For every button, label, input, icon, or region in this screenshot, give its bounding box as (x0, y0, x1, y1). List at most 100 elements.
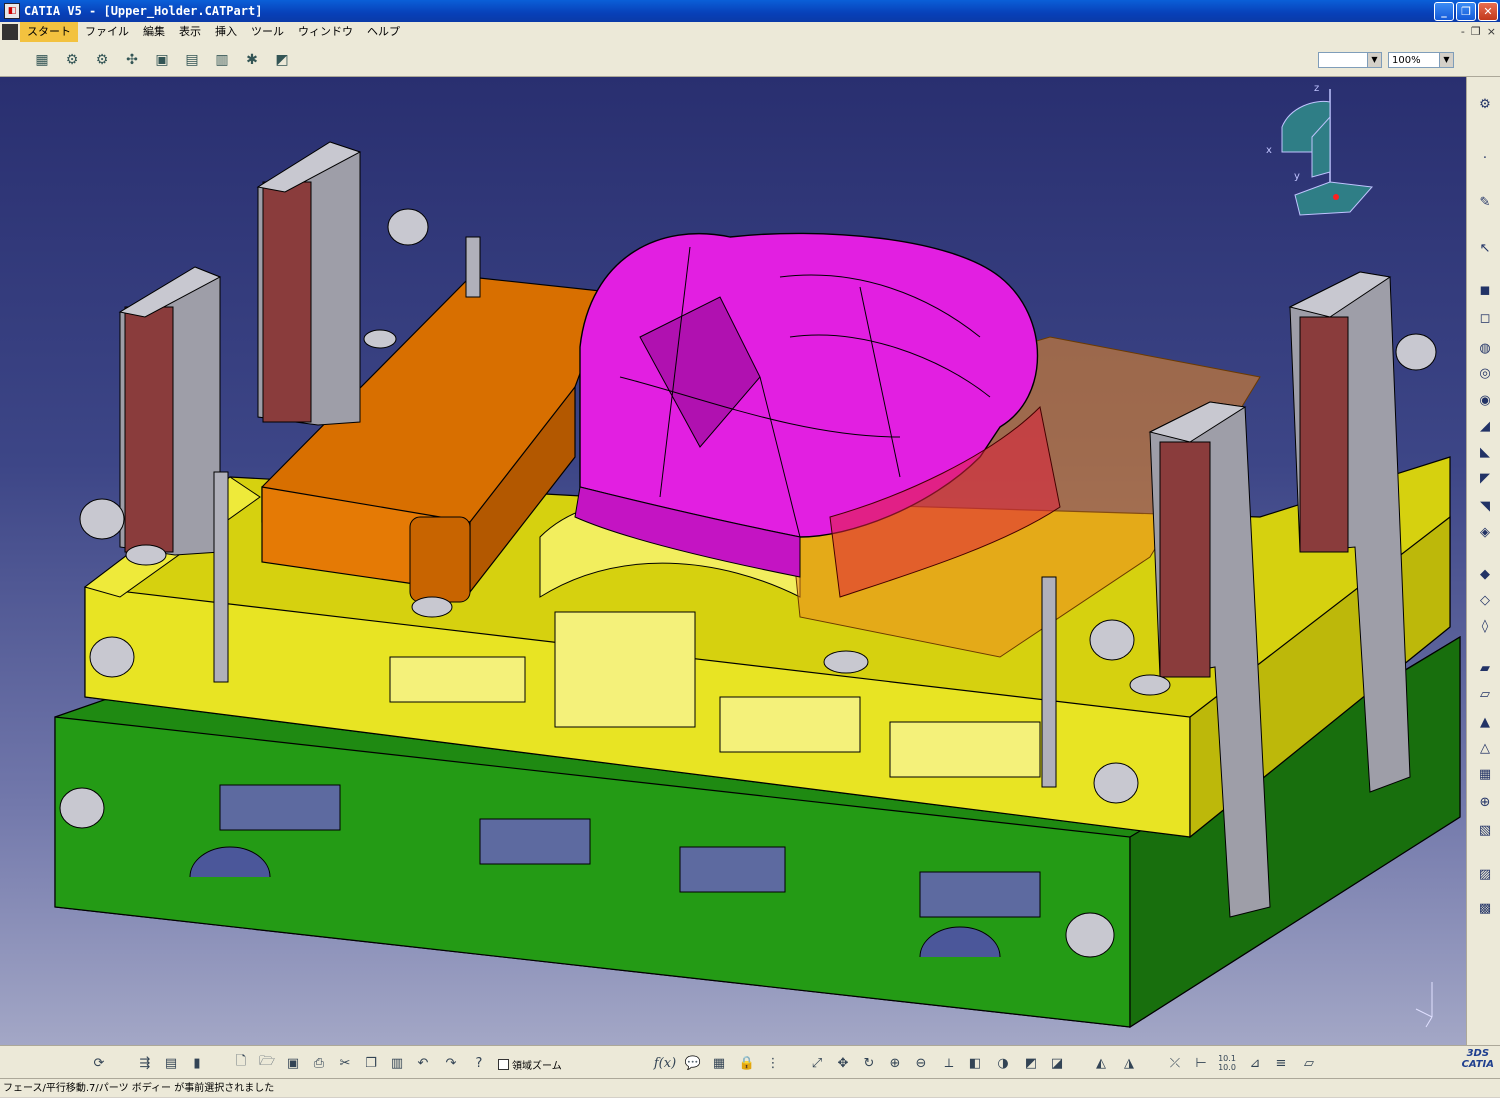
select-icon[interactable]: ↖ (1474, 237, 1496, 259)
point-icon[interactable]: · (1474, 147, 1496, 169)
groove-icon[interactable]: ◎ (1474, 362, 1496, 384)
cut-icon[interactable]: ✂ (334, 1052, 356, 1074)
chevron-down-icon[interactable]: ▼ (1439, 53, 1453, 67)
sketcher-icon[interactable]: ◮ (1118, 1052, 1140, 1074)
shading-icon[interactable]: ◑ (992, 1052, 1014, 1074)
measure-icon[interactable]: ▩ (1474, 897, 1496, 919)
pocket-icon[interactable]: ◻ (1474, 307, 1496, 329)
menu-help[interactable]: ヘルプ (360, 22, 407, 42)
pan-icon[interactable]: ✥ (832, 1052, 854, 1074)
table-icon[interactable]: ▦ (708, 1052, 730, 1074)
zoom-area-toggle[interactable]: 領域ズーム (498, 1057, 562, 1072)
menu-file[interactable]: ファイル (78, 22, 136, 42)
view-compass[interactable]: z x y (1266, 83, 1374, 216)
guide-post-left-front[interactable] (118, 266, 222, 556)
new-icon[interactable]: 🗋 (230, 1052, 252, 1074)
thick-surface-icon[interactable]: ▲ (1474, 711, 1496, 733)
section-icon[interactable]: ◩ (270, 48, 294, 72)
paste-icon[interactable]: ▥ (386, 1052, 408, 1074)
manage-icon[interactable]: ▤ (160, 1052, 182, 1074)
print-icon[interactable]: ⎙ (308, 1052, 330, 1074)
guide-post-left-rear[interactable] (256, 141, 362, 426)
slot-icon[interactable]: ◣ (1474, 441, 1496, 463)
thickness-icon[interactable]: ◈ (1474, 521, 1496, 543)
loft-icon[interactable]: ◥ (1474, 495, 1496, 517)
measure-item-icon[interactable]: ⊿ (1244, 1052, 1266, 1074)
chamfer-icon[interactable]: ◊ (1474, 615, 1496, 637)
axis-icon[interactable]: ⤫ (1164, 1052, 1186, 1074)
publish-icon[interactable]: ◭ (1090, 1052, 1112, 1074)
save-icon[interactable]: ▮ (186, 1052, 208, 1074)
menu-view[interactable]: 表示 (172, 22, 208, 42)
zoom-combo[interactable]: 100% ▼ (1388, 52, 1454, 68)
sketch-icon[interactable]: ✎ (1474, 191, 1496, 213)
move-icon[interactable]: ✣ (120, 48, 144, 72)
menu-edit[interactable]: 編集 (136, 22, 172, 42)
comment-icon[interactable]: 💬 (682, 1052, 704, 1074)
hide-show-icon[interactable]: ◩ (1020, 1052, 1042, 1074)
menu-start[interactable]: スタート (20, 22, 78, 42)
model-render: z x y (54, 83, 1461, 1029)
pad-icon[interactable]: ◼ (1474, 279, 1496, 301)
menu-insert[interactable]: 挿入 (208, 22, 244, 42)
assembly-icon[interactable]: ▦ (30, 48, 54, 72)
xref-icon[interactable]: ⇶ (134, 1052, 156, 1074)
update-icon[interactable]: ⟳ (88, 1052, 110, 1074)
sew-icon[interactable]: ▦ (1474, 763, 1496, 785)
compass-icon[interactable]: ⚙ (1474, 93, 1496, 115)
zoom-out-icon[interactable]: ⊖ (910, 1052, 932, 1074)
zoom-area-checkbox[interactable] (498, 1059, 509, 1070)
gears-icon[interactable]: ⚙ (90, 48, 114, 72)
restore-button[interactable]: ❐ (1456, 2, 1476, 21)
boolean-icon[interactable]: ⊕ (1474, 791, 1496, 813)
save-disk-icon[interactable]: ▣ (282, 1052, 304, 1074)
shaft-icon[interactable]: ◍ (1474, 337, 1496, 359)
menu-window[interactable]: ウィンドウ (291, 22, 360, 42)
dimension-icon[interactable]: ⊢ (1190, 1052, 1212, 1074)
fillet-icon[interactable]: ◇ (1474, 589, 1496, 611)
formula-icon[interactable]: f(x) (654, 1052, 676, 1074)
transform-icon[interactable]: ▨ (1474, 863, 1496, 885)
menu-tools[interactable]: ツール (244, 22, 291, 42)
chevron-down-icon[interactable]: ▼ (1367, 53, 1381, 67)
analysis-icon[interactable]: ✱ (240, 48, 264, 72)
help-icon[interactable]: ? (468, 1052, 490, 1074)
structure-icon[interactable]: ▣ (150, 48, 174, 72)
draft-icon[interactable]: ◆ (1474, 563, 1496, 585)
pattern-icon[interactable]: ▧ (1474, 819, 1496, 841)
catia-app-icon[interactable]: ◧ (4, 3, 20, 19)
layout-icon[interactable]: ▤ (180, 48, 204, 72)
line-style-combo[interactable]: ▼ (1318, 52, 1382, 68)
title-bar[interactable]: ◧ CATIA V5 - [Upper_Holder.CATPart] _ ❐ … (0, 0, 1500, 22)
copy-icon[interactable]: ❐ (360, 1052, 382, 1074)
parallelogram-icon[interactable]: ▱ (1298, 1052, 1320, 1074)
close-surface-icon[interactable]: △ (1474, 737, 1496, 759)
hole-icon[interactable]: ◉ (1474, 389, 1496, 411)
minimize-button[interactable]: _ (1434, 2, 1454, 21)
rib-icon[interactable]: ◢ (1474, 415, 1496, 437)
gear-icon[interactable]: ⚙ (60, 48, 84, 72)
3d-viewport[interactable]: z x y (0, 77, 1466, 1045)
rotate-icon[interactable]: ↻ (858, 1052, 880, 1074)
shell-icon[interactable]: ▰ (1474, 657, 1496, 679)
catalog-icon[interactable]: ▥ (210, 48, 234, 72)
redo-icon[interactable]: ↷ (440, 1052, 462, 1074)
swap-icon[interactable]: ◪ (1046, 1052, 1068, 1074)
inertia-icon[interactable]: ≡ (1270, 1052, 1292, 1074)
stiffener-icon[interactable]: ◤ (1474, 467, 1496, 489)
close-button[interactable]: ✕ (1478, 2, 1498, 21)
lock-icon[interactable]: 🔒 (736, 1052, 758, 1074)
tree-icon[interactable]: ⋮ (762, 1052, 784, 1074)
open-icon[interactable]: 🗁 (256, 1052, 278, 1074)
zoom-in-icon[interactable]: ⊕ (884, 1052, 906, 1074)
doc-close-button[interactable]: × (1487, 22, 1496, 42)
document-icon[interactable] (2, 24, 18, 40)
fit-all-icon[interactable]: ⤢ (806, 1052, 828, 1074)
undo-icon[interactable]: ↶ (412, 1052, 434, 1074)
ratio-icon[interactable]: 10.1 10.0 (1216, 1052, 1238, 1074)
split-icon[interactable]: ▱ (1474, 683, 1496, 705)
doc-restore-button[interactable]: ❐ (1471, 22, 1481, 42)
iso-view-icon[interactable]: ◧ (964, 1052, 986, 1074)
doc-minimize-button[interactable]: - (1461, 22, 1465, 42)
normal-view-icon[interactable]: ⟂ (938, 1052, 960, 1074)
